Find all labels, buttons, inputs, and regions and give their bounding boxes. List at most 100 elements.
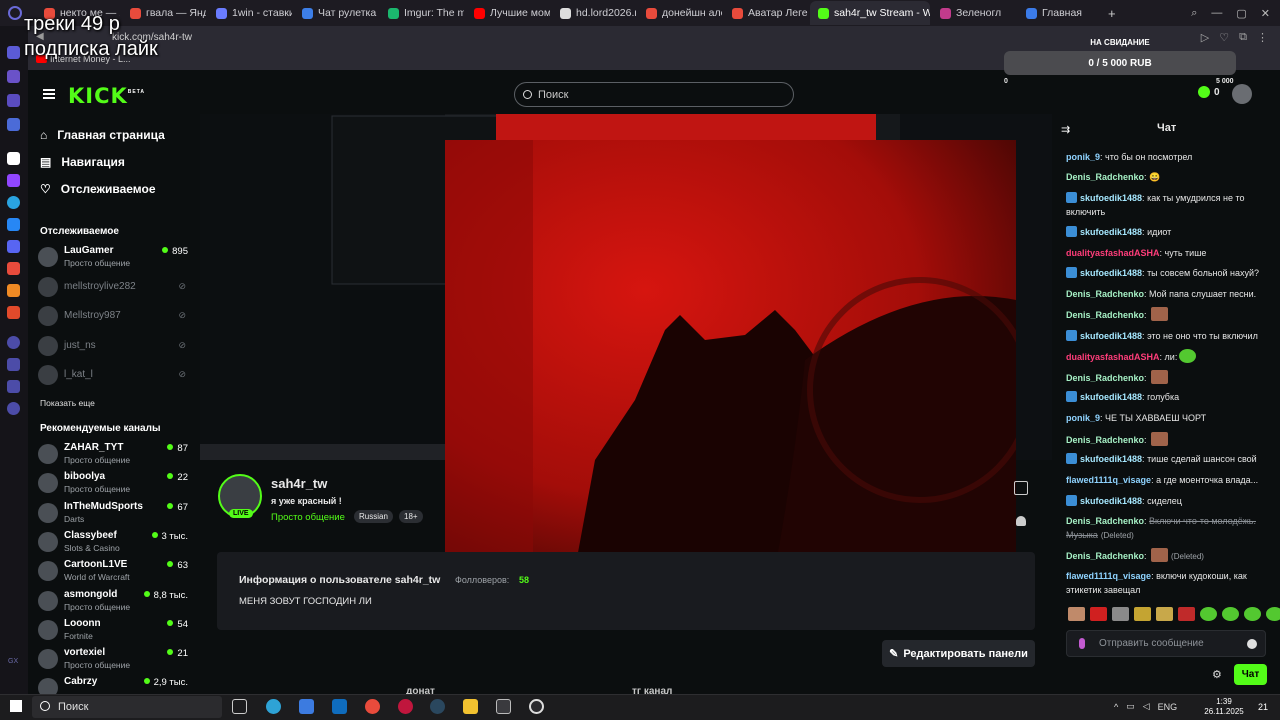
emoji-icon[interactable]: [1247, 639, 1257, 649]
search-input[interactable]: Поиск: [514, 82, 794, 107]
app-icon[interactable]: [7, 284, 20, 297]
clock[interactable]: 1:39 26.11.2025: [1202, 697, 1246, 717]
kicks-balance[interactable]: 0: [1198, 86, 1220, 98]
windows-start-icon[interactable]: [10, 700, 22, 712]
share-icon[interactable]: [1014, 481, 1028, 495]
sidebar-channel[interactable]: InTheMudSports Darts 67: [38, 501, 188, 529]
browser-tab[interactable]: Лучшие моме: [466, 1, 550, 25]
chat-username[interactable]: skufoedik1488: [1080, 227, 1142, 237]
mic-icon[interactable]: [1079, 638, 1085, 649]
emote-icon[interactable]: [1178, 607, 1195, 621]
sidebar-channel[interactable]: Mellstroy987 ⊘: [38, 304, 188, 332]
sidebar-channel[interactable]: asmongold Просто общение 8,8 тыс.: [38, 589, 188, 617]
sidebar-app-icon[interactable]: [7, 118, 20, 131]
chat-username[interactable]: skufoedik1488: [1080, 268, 1142, 278]
maximize-icon[interactable]: ▢: [1236, 7, 1246, 20]
chat-username[interactable]: dualityasfashadASHA: [1066, 248, 1160, 258]
emote-icon[interactable]: [1090, 607, 1107, 621]
browser-tab[interactable]: Главная: [1018, 1, 1102, 25]
sidebar-channel[interactable]: CartoonL1VE World of Warcraft 63: [38, 559, 188, 587]
stream-category[interactable]: Просто общение: [271, 512, 345, 523]
extensions-icon[interactable]: ⧉: [1239, 31, 1247, 44]
sidebar-channel[interactable]: ZAHAR_TYT Просто общение 87: [38, 442, 188, 470]
chat-username[interactable]: flawed1111q_visage: [1066, 571, 1151, 581]
chat-username[interactable]: skufoedik1488: [1080, 496, 1142, 506]
chat-username[interactable]: ponik_9: [1066, 152, 1100, 162]
user-avatar[interactable]: [1232, 84, 1252, 104]
emote-icon[interactable]: [1244, 607, 1261, 621]
chat-username[interactable]: dualityasfashadASHA: [1066, 352, 1160, 362]
discord-icon[interactable]: [7, 240, 20, 253]
language-indicator[interactable]: ENG: [1158, 702, 1178, 712]
collapse-chat-icon[interactable]: ⇉: [1061, 123, 1070, 136]
sidebar-channel[interactable]: biboolya Просто общение 22: [38, 471, 188, 499]
emote-icon[interactable]: [1112, 607, 1129, 621]
outlook-icon[interactable]: [332, 699, 347, 714]
kick-icon[interactable]: [7, 152, 20, 165]
emote-icon[interactable]: [1266, 607, 1280, 621]
tray-arrow-icon[interactable]: ^: [1114, 702, 1118, 712]
browser-tab[interactable]: Imgur: The mag: [380, 1, 464, 25]
nav-browse[interactable]: ▤ Навигация: [40, 155, 125, 169]
sidebar-channel[interactable]: vortexiel Просто общение 21: [38, 647, 188, 675]
tag-language[interactable]: Russian: [354, 510, 393, 523]
twitch-icon[interactable]: [7, 174, 20, 187]
tag-age[interactable]: 18+: [399, 510, 423, 523]
history-icon[interactable]: [7, 336, 20, 349]
sidebar-app-icon[interactable]: [7, 46, 20, 59]
browser-tab[interactable]: sah4r_tw Stream - Watch: [810, 1, 930, 25]
app-icon[interactable]: [7, 358, 20, 371]
sidebar-channel[interactable]: mellstroylive282 ⊘: [38, 275, 188, 303]
sidebar-channel[interactable]: Looonn Fortnite 54: [38, 618, 188, 646]
sidebar-channel[interactable]: Classybeef Slots & Casino 3 тыс.: [38, 530, 188, 558]
show-more-link[interactable]: Показать еще: [40, 398, 95, 408]
chat-username[interactable]: skufoedik1488: [1080, 392, 1142, 402]
chat-input[interactable]: Отправить сообщение: [1066, 630, 1266, 657]
volume-icon[interactable]: ◁: [1143, 701, 1150, 712]
yandex-icon[interactable]: [7, 262, 20, 275]
chat-username[interactable]: Denis_Radchenko: [1066, 172, 1144, 182]
notification-count[interactable]: 21: [1258, 702, 1268, 712]
user-menu-icon[interactable]: [1016, 516, 1026, 526]
store-icon[interactable]: [299, 699, 314, 714]
browser-tab[interactable]: Зеленогл: [932, 1, 1016, 25]
send-chat-button[interactable]: Чат: [1234, 664, 1267, 685]
emote-icon[interactable]: [1200, 607, 1217, 621]
settings-icon[interactable]: [7, 402, 20, 415]
sidebar-channel[interactable]: LauGamer Просто общение 895: [38, 245, 188, 273]
emote-icon[interactable]: [1134, 607, 1151, 621]
chat-username[interactable]: skufoedik1488: [1080, 454, 1142, 464]
explorer-icon[interactable]: [463, 699, 478, 714]
browser-tab[interactable]: Чат рулетка го: [294, 1, 378, 25]
chat-username[interactable]: Denis_Radchenko: [1066, 289, 1144, 299]
browser-tab[interactable]: hd.lord2026.ru: [552, 1, 636, 25]
app-icon[interactable]: [496, 699, 511, 714]
network-icon[interactable]: ▭: [1126, 701, 1135, 712]
telegram-icon[interactable]: [7, 196, 20, 209]
browser-logo-icon[interactable]: [8, 6, 22, 20]
sidebar-channel[interactable]: l_kat_l ⊘: [38, 363, 188, 391]
emote-icon[interactable]: [1156, 607, 1173, 621]
nav-following[interactable]: ♡ Отслеживаемое: [40, 182, 156, 196]
chat-username[interactable]: skufoedik1488: [1080, 331, 1142, 341]
chat-username[interactable]: Denis_Radchenko: [1066, 551, 1144, 561]
search-icon[interactable]: ⌕: [1191, 7, 1197, 20]
taskbar-search[interactable]: Поиск: [32, 696, 222, 718]
sidebar-app-icon[interactable]: [7, 94, 20, 107]
sidebar-channel[interactable]: just_ns ⊘: [38, 334, 188, 362]
menu-icon[interactable]: ⋮: [1257, 31, 1268, 44]
vk-icon[interactable]: [7, 218, 20, 231]
close-icon[interactable]: ✕: [1261, 7, 1270, 20]
app-icon[interactable]: [7, 380, 20, 393]
yandex-browser-icon[interactable]: [365, 699, 380, 714]
task-view-icon[interactable]: [232, 699, 247, 714]
opera-gx-icon[interactable]: [398, 699, 413, 714]
streamer-name[interactable]: sah4r_tw: [271, 476, 327, 491]
emote-icon[interactable]: [1222, 607, 1239, 621]
chat-username[interactable]: ponik_9: [1066, 413, 1100, 423]
sidebar-app-icon[interactable]: [7, 70, 20, 83]
chat-username[interactable]: Denis_Radchenko: [1066, 373, 1144, 383]
emote-icon[interactable]: [1068, 607, 1085, 621]
browser-tab[interactable]: Аватар Леген: [724, 1, 808, 25]
chat-username[interactable]: Denis_Radchenko: [1066, 310, 1144, 320]
